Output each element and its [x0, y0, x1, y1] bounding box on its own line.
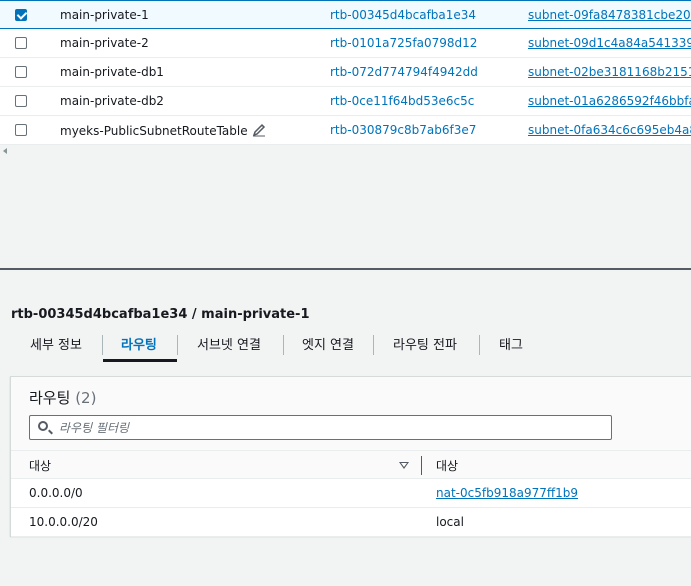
route-table-id[interactable]: rtb-0101a725fa0798d12 — [330, 36, 477, 50]
table-row[interactable]: main-private-1 rtb-00345d4bcafba1e34 subne… — [0, 0, 691, 29]
route-target[interactable]: nat-0c5fb918a977ff1b9 — [436, 486, 578, 500]
routes-panel: 라우팅 (2) 대상 대상 0.0.0.0/0 nat-0c5fb918a977f… — [10, 376, 691, 537]
scroll-left-icon[interactable] — [3, 148, 7, 154]
tab-separator — [479, 335, 480, 355]
subnet-link[interactable]: subnet-09fa8478381cbe204 — [528, 8, 691, 22]
route-target: local — [436, 515, 464, 529]
edit-pencil-icon[interactable] — [252, 123, 266, 137]
route-table-name: myeks-PublicSubnetRouteTable — [60, 123, 266, 138]
tab-separator — [177, 335, 178, 355]
search-icon — [38, 421, 48, 431]
table-row: 0.0.0.0/0 nat-0c5fb918a977ff1b9 — [11, 479, 691, 508]
route-table-name-text: main-private-2 — [60, 36, 149, 50]
row-checkbox[interactable] — [15, 9, 27, 21]
subnet-link[interactable]: subnet-0fa634c6c695eb4a8 — [528, 123, 691, 137]
route-tables-table: main-private-1 rtb-00345d4bcafba1e34 subne… — [0, 0, 691, 145]
table-row[interactable]: myeks-PublicSubnetRouteTable rtb-030879c8… — [0, 116, 691, 145]
route-table-name: main-private-db1 — [60, 65, 164, 79]
tab-separator — [373, 335, 374, 355]
route-filter-input[interactable] — [59, 418, 599, 437]
routes-panel-header: 라우팅 (2) — [11, 377, 691, 450]
row-checkbox[interactable] — [15, 95, 27, 107]
route-tables-rows: main-private-1 rtb-00345d4bcafba1e34 subne… — [0, 0, 691, 145]
row-checkbox[interactable] — [15, 124, 27, 136]
table-row[interactable]: main-private-db1 rtb-072d774794f4942dd sub… — [0, 58, 691, 87]
panel-splitter[interactable] — [0, 268, 691, 270]
route-table-name-text: main-private-db1 — [60, 65, 164, 79]
tab-separator — [102, 335, 103, 355]
routes-panel-title: 라우팅 (2) — [29, 387, 96, 408]
horizontal-scrollbar[interactable] — [0, 145, 691, 157]
table-row: 10.0.0.0/20 local — [11, 508, 691, 537]
row-checkbox[interactable] — [15, 66, 27, 78]
routes-title-text: 라우팅 — [29, 389, 71, 407]
column-header-destination[interactable]: 대상 — [29, 457, 51, 474]
route-table-id[interactable]: rtb-030879c8b7ab6f3e7 — [330, 123, 476, 137]
route-table-name: main-private-1 — [60, 8, 149, 22]
route-table-id[interactable]: rtb-0ce11f64bd53e6c5c — [330, 94, 474, 108]
table-row[interactable]: main-private-2 rtb-0101a725fa0798d12 subne… — [0, 29, 691, 58]
active-tab-indicator — [103, 359, 177, 362]
table-row[interactable]: main-private-db2 rtb-0ce11f64bd53e6c5c sub… — [0, 87, 691, 116]
route-destination: 10.0.0.0/20 — [29, 515, 98, 529]
route-table-name: main-private-db2 — [60, 94, 164, 108]
tab-details[interactable]: 세부 정보 — [30, 334, 82, 362]
tab-edge-associations[interactable]: 엣지 연결 — [302, 334, 354, 362]
subnet-link[interactable]: subnet-01a6286592f46bbfa — [528, 94, 691, 108]
tab-subnet-associations[interactable]: 서브넷 연결 — [197, 334, 261, 362]
route-table-name-text: myeks-PublicSubnetRouteTable — [60, 124, 248, 138]
route-destination: 0.0.0.0/0 — [29, 486, 83, 500]
column-header-target[interactable]: 대상 — [436, 457, 458, 474]
tab-separator — [283, 335, 284, 355]
subnet-link[interactable]: subnet-02be3181168b2151c — [528, 65, 691, 79]
detail-tabs: 세부 정보 라우팅 서브넷 연결 엣지 연결 라우팅 전파 태그 — [11, 330, 691, 363]
sort-descending-icon[interactable] — [399, 462, 409, 469]
tab-route-propagation[interactable]: 라우팅 전파 — [393, 334, 457, 362]
route-filter[interactable] — [29, 415, 612, 440]
tab-routes[interactable]: 라우팅 — [121, 334, 157, 362]
column-resize-handle[interactable] — [421, 456, 422, 475]
route-table-name-text: main-private-db2 — [60, 94, 164, 108]
detail-title: rtb-00345d4bcafba1e34 / main-private-1 — [11, 307, 310, 322]
routes-table-header: 대상 대상 — [11, 450, 691, 479]
tab-tags[interactable]: 태그 — [499, 334, 523, 362]
route-table-name: main-private-2 — [60, 36, 149, 50]
routes-count: (2) — [75, 389, 97, 407]
subnet-link[interactable]: subnet-09d1c4a84a541339a — [528, 36, 691, 50]
route-table-id[interactable]: rtb-00345d4bcafba1e34 — [330, 8, 476, 22]
route-table-name-text: main-private-1 — [60, 8, 149, 22]
route-table-id[interactable]: rtb-072d774794f4942dd — [330, 65, 478, 79]
row-checkbox[interactable] — [15, 37, 27, 49]
